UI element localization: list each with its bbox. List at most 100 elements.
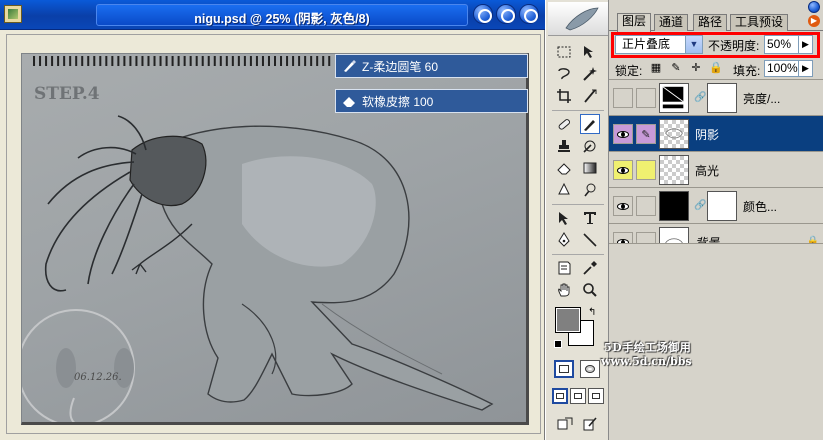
move-tool-icon[interactable] xyxy=(580,42,600,62)
layer-row-selected[interactable]: ✎ 阴影 xyxy=(609,115,823,151)
chain-link-icon: 🔗 xyxy=(694,92,707,103)
close-icon[interactable] xyxy=(519,4,539,24)
swap-colors-icon[interactable]: ↰ xyxy=(588,307,596,318)
screen-mode-standard-button[interactable] xyxy=(552,388,568,404)
opacity-input[interactable]: 50% xyxy=(764,35,799,54)
lock-all-icon[interactable]: 🔒 xyxy=(709,61,723,75)
brush-tool-icon[interactable] xyxy=(580,114,600,134)
chain-link-icon: 🔗 xyxy=(694,200,707,211)
layer-name: 高光 xyxy=(695,164,720,178)
layer-row[interactable]: 🔗 颜色... xyxy=(609,187,823,223)
eraser-preset-tooltip[interactable]: 软橡皮擦 100 xyxy=(335,89,528,113)
link-toggle[interactable] xyxy=(636,88,656,108)
lock-transparency-icon[interactable]: ▦ xyxy=(649,61,663,75)
history-brush-icon[interactable] xyxy=(580,136,600,156)
fill-thumbnail xyxy=(659,191,689,221)
eyedropper-tool-icon[interactable] xyxy=(580,258,600,278)
lock-pixels-icon[interactable]: ✎ xyxy=(669,61,683,75)
hand-tool-icon[interactable] xyxy=(554,280,574,300)
eye-icon xyxy=(617,202,629,210)
eraser-preset-label: 软橡皮擦 100 xyxy=(362,94,434,109)
eraser-tool-icon[interactable] xyxy=(554,158,574,178)
toolbox-header[interactable] xyxy=(548,2,608,36)
lasso-tool-icon[interactable] xyxy=(554,64,574,84)
edit-in-imageready-icon[interactable] xyxy=(580,414,600,434)
tab-paths[interactable]: 路径 xyxy=(693,14,728,31)
document-window: nigu.psd @ 25% (阴影, 灰色/8) STEP.4 06.12.2… xyxy=(0,0,545,440)
magic-wand-icon[interactable] xyxy=(580,64,600,84)
adjustment-thumbnail xyxy=(659,83,689,113)
eye-icon xyxy=(617,166,629,174)
visibility-toggle[interactable] xyxy=(613,196,633,216)
blur-tool-icon[interactable] xyxy=(554,180,574,200)
minimize-icon[interactable] xyxy=(473,4,493,24)
fill-label: 填充: xyxy=(733,64,761,78)
tab-layers[interactable]: 图层 xyxy=(617,13,652,32)
screen-mode-full-menu-button[interactable] xyxy=(570,388,586,404)
layer-name: 颜色... xyxy=(743,200,778,214)
document-title-area: nigu.psd @ 25% (阴影, 灰色/8) xyxy=(96,4,468,26)
feather-logo-icon xyxy=(565,7,599,31)
lock-position-icon[interactable]: ✛ xyxy=(689,61,703,75)
layer-thumbnail xyxy=(659,155,689,185)
standard-mode-button[interactable] xyxy=(554,360,574,378)
layer-row[interactable]: 高光 xyxy=(609,151,823,187)
fill-input[interactable]: 100% xyxy=(764,60,799,77)
crop-tool-icon[interactable] xyxy=(554,86,574,106)
pen-tool-icon[interactable] xyxy=(554,230,574,250)
path-selection-icon[interactable] xyxy=(554,208,574,228)
visibility-toggle[interactable] xyxy=(613,124,633,144)
link-toggle[interactable] xyxy=(636,160,656,180)
notes-tool-icon[interactable] xyxy=(554,258,574,278)
maximize-icon[interactable] xyxy=(496,4,516,24)
palette-tabs: 图层 通道 路径 工具预设 ▶ xyxy=(609,12,823,32)
tab-channels[interactable]: 通道 xyxy=(654,14,689,31)
document-title: nigu.psd @ 25% (阴影, 灰色/8) xyxy=(194,12,370,26)
visibility-toggle[interactable] xyxy=(613,88,633,108)
link-toggle[interactable]: ✎ xyxy=(636,124,656,144)
quick-mask-button[interactable] xyxy=(580,360,600,378)
document-titlebar[interactable]: nigu.psd @ 25% (阴影, 灰色/8) xyxy=(0,0,545,30)
brush-preset-tooltip[interactable]: Z-柔边圆笔 60 xyxy=(335,54,528,78)
marquee-tool-icon[interactable] xyxy=(554,42,574,62)
clone-stamp-icon[interactable] xyxy=(554,136,574,156)
zoom-tool-icon[interactable] xyxy=(580,280,600,300)
brush-icon xyxy=(342,59,356,73)
document-icon xyxy=(4,5,22,23)
chevron-down-icon[interactable]: ▼ xyxy=(685,36,702,53)
toolbox: ↰ xyxy=(545,0,609,440)
jump-to-imageready-icon[interactable] xyxy=(554,414,576,434)
link-toggle[interactable] xyxy=(636,196,656,216)
layer-mask-thumbnail[interactable] xyxy=(707,83,737,113)
opacity-arrow-icon[interactable]: ▶ xyxy=(799,35,813,54)
blend-mode-select[interactable]: 正片叠底 ▼ xyxy=(615,35,703,54)
document-frame: STEP.4 06.12.26. Z-柔边圆笔 60 软橡皮擦 100 xyxy=(6,34,541,434)
tab-tool-presets[interactable]: 工具预设 xyxy=(730,14,789,31)
palette-menu-icon[interactable]: ▶ xyxy=(808,15,820,27)
layer-mask-thumbnail[interactable] xyxy=(707,191,737,221)
layer-name: 亮度/... xyxy=(743,92,781,106)
layers-palette: 图层 通道 路径 工具预设 ▶ 正片叠底 ▼ 不透明度: 50% ▶ 锁定: ▦… xyxy=(609,0,823,440)
lock-label: 锁定: xyxy=(615,64,643,78)
watermark-title: 5D手绘工场御用 xyxy=(604,341,692,354)
screen-mode-full-button[interactable] xyxy=(588,388,604,404)
opacity-label: 不透明度: xyxy=(708,39,760,53)
eye-icon xyxy=(617,130,629,138)
eraser-icon xyxy=(342,94,356,108)
foreground-color-swatch[interactable] xyxy=(555,307,581,333)
layer-row[interactable]: 🔗 亮度/... xyxy=(609,79,823,115)
slice-tool-icon[interactable] xyxy=(580,86,600,106)
brush-preset-label: Z-柔边圆笔 60 xyxy=(362,59,439,74)
visibility-toggle[interactable] xyxy=(613,160,633,180)
watermark-url: www.5d.cn/bbs xyxy=(601,355,692,368)
blend-mode-value: 正片叠底 xyxy=(622,37,671,51)
default-colors-icon[interactable] xyxy=(554,340,562,348)
healing-brush-icon[interactable] xyxy=(554,114,574,134)
fill-arrow-icon[interactable]: ▶ xyxy=(799,60,813,77)
line-tool-icon[interactable] xyxy=(580,230,600,250)
type-tool-icon[interactable] xyxy=(580,208,600,228)
dodge-tool-icon[interactable] xyxy=(580,180,600,200)
signature-date: 06.12.26. xyxy=(74,372,122,383)
paintbrush-icon: ✎ xyxy=(641,128,651,141)
gradient-tool-icon[interactable] xyxy=(580,158,600,178)
